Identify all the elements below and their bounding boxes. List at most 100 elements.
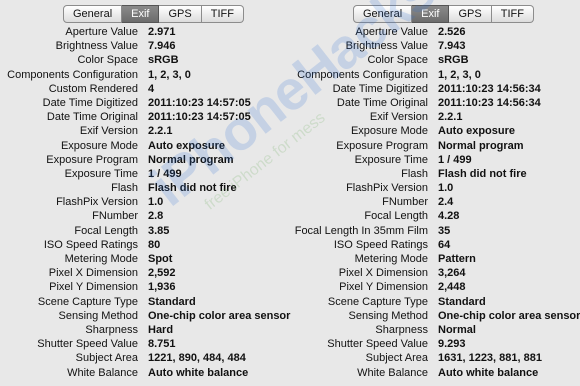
exif-value[interactable]: 2011:10:23 14:57:05 bbox=[148, 96, 251, 110]
exif-row: Flash Flash did not fire bbox=[0, 181, 290, 195]
exif-key: Color Space bbox=[77, 54, 138, 67]
exif-value[interactable]: Normal program bbox=[438, 139, 524, 153]
tab-general[interactable]: General bbox=[63, 5, 123, 23]
exif-row: Scene Capture Type Standard bbox=[0, 295, 290, 309]
exif-value[interactable]: Auto exposure bbox=[148, 139, 225, 153]
exif-key: Sensing Method bbox=[348, 309, 429, 322]
exif-value[interactable]: Pattern bbox=[438, 252, 476, 266]
exif-value[interactable]: Standard bbox=[148, 295, 196, 309]
exif-key: Pixel X Dimension bbox=[338, 267, 428, 280]
exif-value[interactable]: 2011:10:23 14:57:05 bbox=[148, 110, 251, 124]
exif-row: Date Time Digitized 2011:10:23 14:56:34 bbox=[290, 82, 580, 96]
exif-value[interactable]: 4.28 bbox=[438, 209, 459, 223]
exif-value[interactable]: 1, 2, 3, 0 bbox=[148, 68, 191, 82]
exif-value[interactable]: 1, 2, 3, 0 bbox=[438, 68, 481, 82]
exif-key: ISO Speed Ratings bbox=[333, 238, 428, 251]
exif-value[interactable]: Normal bbox=[438, 323, 476, 337]
exif-key: Brightness Value bbox=[55, 40, 138, 53]
exif-row: Exif Version 2.2.1 bbox=[0, 124, 290, 138]
exif-row: Aperture Value 2.971 bbox=[0, 25, 290, 39]
exif-row: Flash Flash did not fire bbox=[290, 167, 580, 181]
exif-value[interactable]: 1 / 499 bbox=[148, 167, 182, 181]
exif-value[interactable]: 1.0 bbox=[438, 181, 453, 195]
exif-value[interactable]: Spot bbox=[148, 252, 172, 266]
exif-key: Components Configuration bbox=[297, 68, 428, 81]
exif-row: FNumber 2.8 bbox=[0, 209, 290, 223]
tab-exif[interactable]: Exif bbox=[122, 5, 160, 23]
exif-value[interactable]: Auto exposure bbox=[438, 124, 515, 138]
exif-value[interactable]: One-chip color area sensor bbox=[438, 309, 580, 323]
exif-value[interactable]: sRGB bbox=[438, 53, 469, 67]
exif-value[interactable]: 1631, 1223, 881, 881 bbox=[438, 351, 542, 365]
exif-key: Shutter Speed Value bbox=[327, 338, 428, 351]
exif-value[interactable]: 2,592 bbox=[148, 266, 176, 280]
tab-exif[interactable]: Exif bbox=[412, 5, 450, 23]
exif-property-list: Aperture Value 2.971 Brightness Value 7.946… bbox=[0, 25, 290, 380]
exif-value[interactable]: 2.971 bbox=[148, 25, 176, 39]
exif-value[interactable]: 3,264 bbox=[438, 266, 466, 280]
exif-value[interactable]: 1221, 890, 484, 484 bbox=[148, 351, 246, 365]
exif-key: FNumber bbox=[382, 196, 428, 209]
exif-value[interactable]: Standard bbox=[438, 295, 486, 309]
exif-value[interactable]: 3.85 bbox=[148, 224, 169, 238]
exif-value[interactable]: Hard bbox=[148, 323, 173, 337]
exif-value[interactable]: 2.2.1 bbox=[148, 124, 172, 138]
exif-value[interactable]: 8.751 bbox=[148, 337, 176, 351]
exif-row: ISO Speed Ratings 80 bbox=[0, 238, 290, 252]
exif-value[interactable]: 1,936 bbox=[148, 280, 176, 294]
exif-key: FlashPix Version bbox=[56, 196, 138, 209]
exif-row: Focal Length In 35mm Film 35 bbox=[290, 224, 580, 238]
exif-value[interactable]: 2.526 bbox=[438, 25, 466, 39]
exif-value[interactable]: 4 bbox=[148, 82, 154, 96]
tab-general[interactable]: General bbox=[353, 5, 413, 23]
exif-row: Date Time Original 2011:10:23 14:57:05 bbox=[0, 110, 290, 124]
exif-value[interactable]: Auto white balance bbox=[148, 366, 248, 380]
tab-gps[interactable]: GPS bbox=[449, 5, 492, 23]
exif-row: Subject Area 1221, 890, 484, 484 bbox=[0, 351, 290, 365]
exif-value[interactable]: 9.293 bbox=[438, 337, 466, 351]
exif-value[interactable]: 7.943 bbox=[438, 39, 466, 53]
exif-value[interactable]: 64 bbox=[438, 238, 450, 252]
exif-value[interactable]: 1 / 499 bbox=[438, 153, 472, 167]
exif-value[interactable]: sRGB bbox=[148, 53, 179, 67]
exif-key: Pixel X Dimension bbox=[48, 267, 138, 280]
exif-row: Pixel X Dimension 2,592 bbox=[0, 266, 290, 280]
exif-key: Subject Area bbox=[75, 352, 138, 365]
exif-value[interactable]: Flash did not fire bbox=[438, 167, 527, 181]
tab-gps[interactable]: GPS bbox=[159, 5, 202, 23]
exif-row: Pixel Y Dimension 2,448 bbox=[290, 280, 580, 294]
exif-value[interactable]: 35 bbox=[438, 224, 450, 238]
exif-value[interactable]: 2.4 bbox=[438, 195, 453, 209]
exif-value[interactable]: 2.8 bbox=[148, 209, 163, 223]
exif-value[interactable]: Normal program bbox=[148, 153, 234, 167]
exif-value[interactable]: 2.2.1 bbox=[438, 110, 462, 124]
exif-key: Metering Mode bbox=[64, 253, 138, 265]
exif-value[interactable]: 1.0 bbox=[148, 195, 163, 209]
inspector-tabbar: General Exif GPS TIFF bbox=[63, 5, 244, 23]
exif-row: Exposure Mode Auto exposure bbox=[0, 139, 290, 153]
exif-key: Exposure Mode bbox=[350, 125, 428, 138]
exif-row: ISO Speed Ratings 64 bbox=[290, 238, 580, 252]
exif-row: Custom Rendered 4 bbox=[0, 82, 290, 96]
exif-value[interactable]: Auto white balance bbox=[438, 366, 538, 380]
exif-row: Exposure Time 1 / 499 bbox=[0, 167, 290, 181]
exif-row: Brightness Value 7.943 bbox=[290, 39, 580, 53]
exif-key: Scene Capture Type bbox=[327, 295, 428, 308]
exif-key: Brightness Value bbox=[345, 40, 428, 53]
exif-value[interactable]: 2011:10:23 14:56:34 bbox=[438, 96, 541, 110]
exif-key: Focal Length bbox=[74, 224, 138, 237]
exif-key: Scene Capture Type bbox=[37, 295, 138, 308]
exif-value[interactable]: One-chip color area sensor bbox=[148, 309, 290, 323]
exif-row: Exposure Program Normal program bbox=[290, 139, 580, 153]
tab-tiff[interactable]: TIFF bbox=[201, 5, 244, 23]
exif-row: Components Configuration 1, 2, 3, 0 bbox=[290, 68, 580, 82]
exif-row: Metering Mode Pattern bbox=[290, 252, 580, 266]
exif-row: Subject Area 1631, 1223, 881, 881 bbox=[290, 351, 580, 365]
exif-key: Sharpness bbox=[85, 323, 138, 336]
exif-value[interactable]: 7.946 bbox=[148, 39, 176, 53]
exif-value[interactable]: 80 bbox=[148, 238, 160, 252]
exif-value[interactable]: 2011:10:23 14:56:34 bbox=[438, 82, 541, 96]
exif-value[interactable]: Flash did not fire bbox=[148, 181, 237, 195]
exif-value[interactable]: 2,448 bbox=[438, 280, 466, 294]
tab-tiff[interactable]: TIFF bbox=[491, 5, 534, 23]
